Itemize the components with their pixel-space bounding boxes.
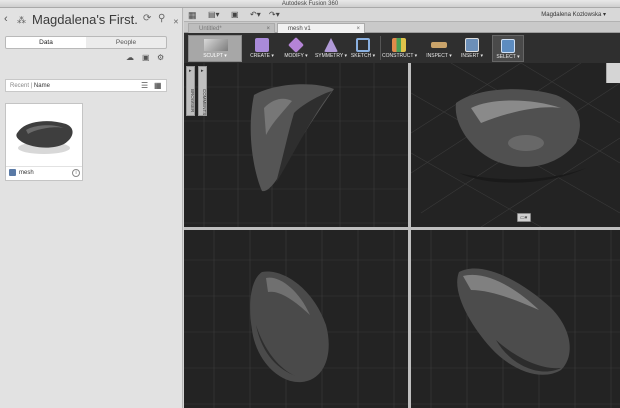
viewport-top-right[interactable]: ▭▾: [411, 63, 620, 227]
tab-untitled[interactable]: Untitled* ×: [188, 23, 275, 33]
tab-data[interactable]: Data: [6, 37, 86, 48]
user-menu[interactable]: Magdalena Kozlowska ▾: [541, 10, 606, 20]
app-bar: ▦ ▤▾ ▣ ↶▾ ↷▾ Magdalena Kozlowska ▾: [184, 8, 620, 22]
info-icon[interactable]: i: [72, 169, 80, 177]
inspect-menu[interactable]: INSPECT ▾: [424, 35, 454, 62]
redo-icon[interactable]: ↷▾: [269, 10, 280, 19]
inspect-measure-icon: [431, 42, 447, 48]
sort-label[interactable]: Recent | Name: [10, 80, 50, 92]
sculpt-workspace-icon: [204, 39, 228, 51]
create-menu[interactable]: CREATE ▾: [246, 35, 278, 62]
upload-icon[interactable]: ☁: [126, 53, 134, 62]
data-people-tabs: Data People: [5, 36, 167, 49]
comments-label: COMMENTS: [202, 89, 207, 116]
browser-label: BROWSER: [190, 89, 195, 113]
display-settings-icon: ▭▾: [520, 215, 528, 221]
project-title[interactable]: Magdalena's First...: [32, 12, 137, 27]
comments-panel-tab[interactable]: ▸ COMMENTS: [198, 66, 207, 116]
document-tabs: Untitled* × mesh v1 ×: [184, 22, 620, 33]
grid-and-mesh-top-right: [411, 63, 620, 227]
viewport-top-left[interactable]: ▸ BROWSER ▸ COMMENTS: [184, 63, 408, 227]
project-hub-icon: ⁂: [17, 15, 26, 25]
fusion-app-window: Autodesk Fusion 360 ‹ ⁂ Magdalena's Firs…: [0, 0, 620, 408]
construct-label: CONSTRUCT ▾: [382, 53, 418, 59]
browser-panel-tab[interactable]: ▸ BROWSER: [186, 66, 195, 116]
toolbar-separator: [380, 36, 381, 60]
file-menu-icon[interactable]: ▤▾: [208, 10, 220, 19]
create-box-icon: [255, 38, 269, 52]
expand-icon: ▸: [189, 68, 192, 74]
tab-mesh-v1[interactable]: mesh v1 ×: [277, 23, 365, 33]
symmetry-menu[interactable]: SYMMETRY ▾: [312, 35, 350, 62]
workspace-switcher[interactable]: SCULPT ▾: [188, 35, 242, 62]
modify-label: MODIFY ▾: [284, 53, 308, 59]
mesh-thumbnail: [16, 121, 73, 154]
sketch-menu[interactable]: SKETCH ▾: [348, 35, 378, 62]
refresh-icon[interactable]: ⟳: [143, 13, 151, 24]
design-file-icon: [9, 169, 16, 176]
modify-icon: [288, 37, 304, 53]
card-footer: mesh i: [6, 166, 82, 180]
new-folder-icon[interactable]: ▣: [142, 53, 150, 62]
canvas-viewport[interactable]: ▸ BROWSER ▸ COMMENTS ▭▾: [184, 63, 620, 408]
viewport-bottom-left[interactable]: [184, 230, 408, 408]
viewport-vertical-splitter[interactable]: [408, 63, 411, 408]
expand-icon: ▸: [201, 68, 204, 74]
inspect-label: INSPECT ▾: [426, 53, 452, 59]
grid-view-icon[interactable]: ▦: [154, 81, 162, 90]
list-view-icon[interactable]: ☰: [141, 81, 148, 90]
sort-bar: Recent | Name ☰ ▦: [5, 79, 167, 92]
data-actions: ☁ ▣ ⚙: [124, 53, 174, 65]
workspace-label: SCULPT ▾: [203, 53, 227, 59]
search-icon[interactable]: ⚲: [158, 13, 165, 24]
viewport-bottom-right[interactable]: [411, 230, 620, 408]
symmetry-label: SYMMETRY ▾: [314, 53, 348, 59]
back-icon[interactable]: ‹: [4, 13, 8, 25]
undo-icon[interactable]: ↶▾: [250, 10, 261, 19]
construct-plane-icon: [392, 38, 406, 52]
symmetry-icon: [324, 38, 338, 52]
select-menu[interactable]: SELECT ▾: [492, 35, 524, 62]
display-settings-widget[interactable]: ▭▾: [517, 213, 531, 222]
insert-label: INSERT ▾: [460, 53, 484, 59]
design-name: mesh: [19, 170, 34, 176]
select-arrow-icon: [501, 39, 515, 53]
insert-menu[interactable]: INSERT ▾: [458, 35, 486, 62]
data-panel-toggle-icon[interactable]: ▦: [188, 10, 197, 21]
sketch-label: SKETCH ▾: [350, 53, 376, 59]
sketch-icon: [356, 38, 370, 52]
viewcube[interactable]: [606, 63, 620, 83]
create-label: CREATE ▾: [250, 53, 274, 59]
select-tool: SELECT ▾: [493, 36, 523, 63]
tab-label: Untitled*: [199, 26, 222, 32]
tab-label: mesh v1: [288, 26, 311, 32]
construct-menu[interactable]: CONSTRUCT ▾: [382, 35, 418, 62]
design-card-mesh[interactable]: mesh i: [5, 103, 83, 181]
grid-and-mesh-bottom-left: [184, 230, 408, 408]
grid-and-mesh-bottom-right: [411, 230, 620, 408]
select-label: SELECT ▾: [496, 54, 520, 60]
title-bar: Autodesk Fusion 360: [0, 0, 620, 8]
insert-image-icon: [465, 38, 479, 52]
save-icon[interactable]: ▣: [231, 10, 239, 19]
window-title: Autodesk Fusion 360: [281, 1, 339, 7]
viewport-horizontal-splitter[interactable]: [184, 227, 620, 230]
modify-menu[interactable]: MODIFY ▾: [280, 35, 312, 62]
data-panel: ‹ ⁂ Magdalena's First... ⟳ ⚲ Data People…: [0, 8, 183, 408]
tab-people[interactable]: People: [86, 37, 166, 48]
ribbon-toolbar: SCULPT ▾ CREATE ▾ MODIFY ▾ SYMMETRY ▾ SK…: [184, 33, 620, 63]
grid-and-mesh-top-left: [184, 63, 408, 227]
gear-icon[interactable]: ⚙: [157, 53, 164, 62]
data-panel-header: ‹ ⁂ Magdalena's First... ⟳ ⚲: [0, 8, 183, 34]
collapse-panel-icon[interactable]: ✕: [173, 18, 179, 26]
